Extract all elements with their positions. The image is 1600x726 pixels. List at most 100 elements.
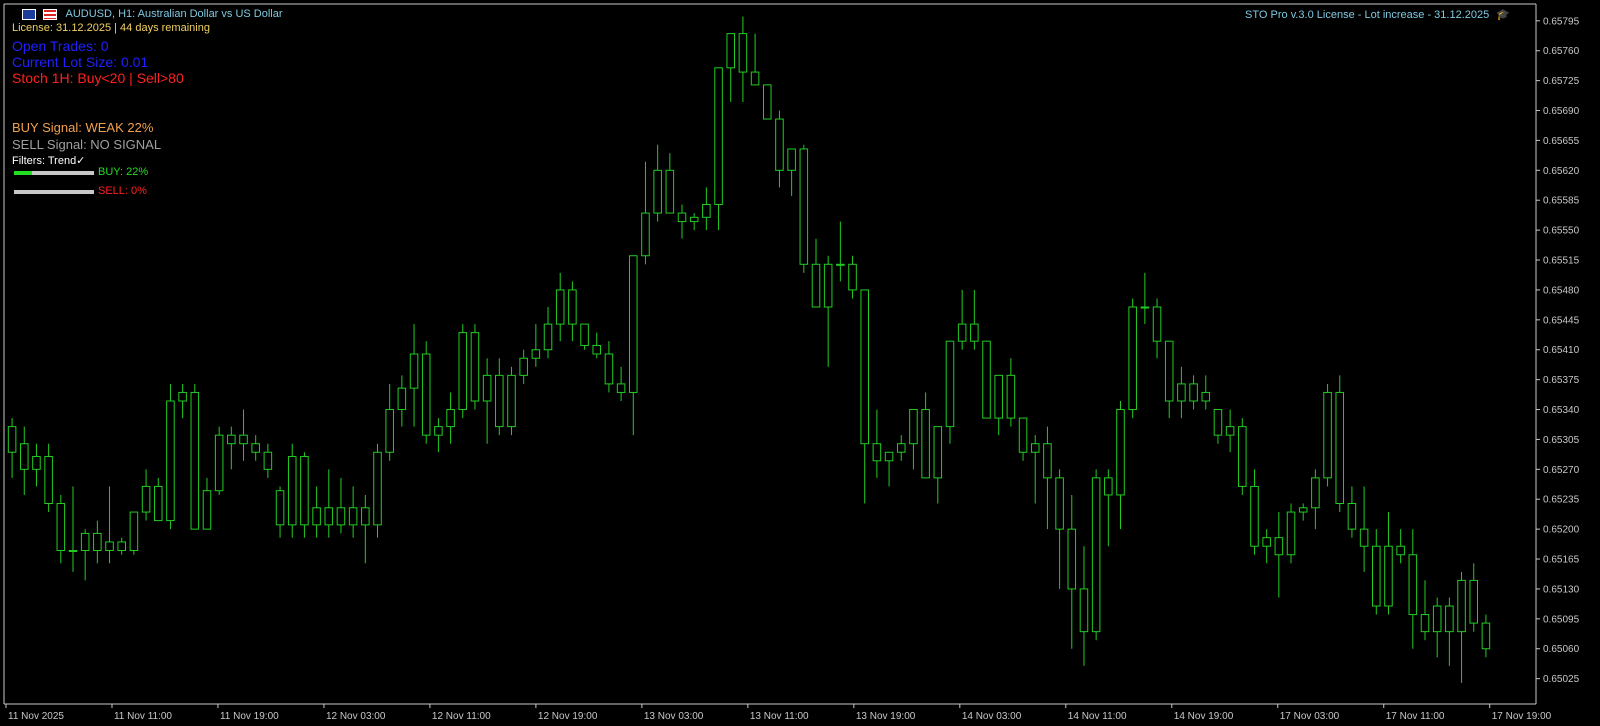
candle-body (823, 263, 833, 308)
candle-body (1079, 588, 1089, 633)
candle-body (1286, 511, 1296, 556)
candle-body (336, 507, 346, 526)
candle (519, 349, 528, 384)
candle-body (251, 443, 260, 453)
y-tick-label: 0.65270 (1543, 465, 1580, 476)
candle-body (799, 148, 809, 265)
candle (689, 213, 699, 231)
candle-body (1469, 579, 1479, 624)
candle (1335, 375, 1345, 513)
candle-body (1018, 417, 1028, 453)
candle-body (68, 549, 78, 552)
candle-body (312, 507, 321, 526)
candle (726, 33, 736, 102)
candle (507, 366, 516, 436)
x-tick-label: 13 Nov 11:00 (750, 711, 809, 722)
y-tick-label: 0.65410 (1543, 345, 1580, 356)
candle (458, 324, 468, 419)
candle-body (227, 434, 236, 445)
candle (799, 144, 809, 273)
candle-body (1116, 409, 1125, 496)
candle-body (32, 456, 41, 470)
x-tick-label: 12 Nov 19:00 (538, 711, 598, 722)
candle-body (275, 490, 285, 526)
candle-body (1177, 383, 1186, 402)
candle (361, 494, 370, 564)
candle-body (495, 374, 504, 428)
candle (239, 409, 248, 461)
sell-strength-bar (14, 190, 94, 194)
y-tick-label: 0.65165 (1543, 555, 1580, 566)
candle-body (836, 263, 845, 266)
candle (495, 358, 504, 436)
candle-body (178, 391, 187, 402)
x-tick-label: 11 Nov 2025 (8, 711, 64, 722)
candle-body (117, 541, 126, 551)
candle (1469, 563, 1479, 632)
candle (1274, 512, 1284, 598)
candle (957, 289, 967, 350)
candle (1311, 469, 1320, 530)
candle-body (1128, 306, 1137, 411)
buy-strength-fill (14, 171, 32, 175)
y-tick-label: 0.65585 (1543, 196, 1580, 207)
candle-body (689, 216, 699, 223)
candle-body (348, 507, 358, 526)
candle (1201, 375, 1211, 410)
candle-body (933, 426, 943, 479)
candle-body (1164, 340, 1174, 402)
candles-layer (7, 16, 1491, 683)
candle-body (1359, 528, 1369, 547)
candle (263, 443, 273, 478)
candle-body (909, 409, 918, 445)
x-tick-label: 17 Nov 11:00 (1386, 711, 1445, 722)
x-tick-label: 14 Nov 03:00 (962, 711, 1022, 722)
candle (543, 307, 553, 359)
candle (1006, 358, 1016, 427)
candle (178, 383, 187, 419)
candle (129, 511, 139, 555)
candle (385, 383, 394, 461)
candle-body (1006, 374, 1016, 419)
candle (665, 153, 675, 214)
price-chart[interactable]: 0.65795 0.65760 0.65725 0.65690 0.65655 0.656… (0, 0, 1600, 726)
y-tick-label: 0.65200 (1543, 525, 1580, 536)
candle (1030, 435, 1040, 504)
candle (409, 324, 419, 427)
candle-body (1408, 554, 1418, 616)
candle-body (677, 212, 687, 223)
candle (1286, 503, 1296, 564)
candle-body (202, 490, 212, 530)
candle (421, 341, 431, 444)
candle-body (129, 511, 139, 551)
candle-body (1432, 605, 1442, 633)
candle-body (945, 340, 955, 428)
candle (775, 110, 784, 188)
y-tick-label: 0.65515 (1543, 256, 1580, 267)
candle-body (409, 353, 419, 389)
stoch-info: Stoch 1H: Buy<20 | Sell>80 (12, 70, 184, 86)
candle-body (872, 443, 882, 462)
candle (287, 443, 297, 538)
candle (811, 238, 821, 308)
candle (1238, 418, 1247, 495)
candle (945, 340, 955, 444)
candle-body (263, 451, 273, 470)
candle-body (1104, 477, 1113, 496)
y-tick-label: 0.65375 (1543, 375, 1580, 386)
candle-body (1274, 537, 1284, 556)
candle (166, 383, 175, 530)
y-tick-label: 0.65760 (1543, 46, 1580, 57)
candle (1323, 383, 1332, 487)
candle (1104, 469, 1113, 547)
candle (982, 340, 991, 419)
x-tick-label: 14 Nov 11:00 (1068, 711, 1127, 722)
candle (872, 409, 882, 478)
y-tick-label: 0.65620 (1543, 166, 1580, 177)
candle-body (434, 426, 443, 436)
x-tick-label: 11 Nov 11:00 (114, 711, 172, 722)
y-tick-label: 0.65445 (1543, 315, 1580, 326)
candle (531, 324, 541, 367)
sell-signal: SELL Signal: NO SIGNAL (12, 137, 162, 152)
candle-body (580, 323, 589, 346)
